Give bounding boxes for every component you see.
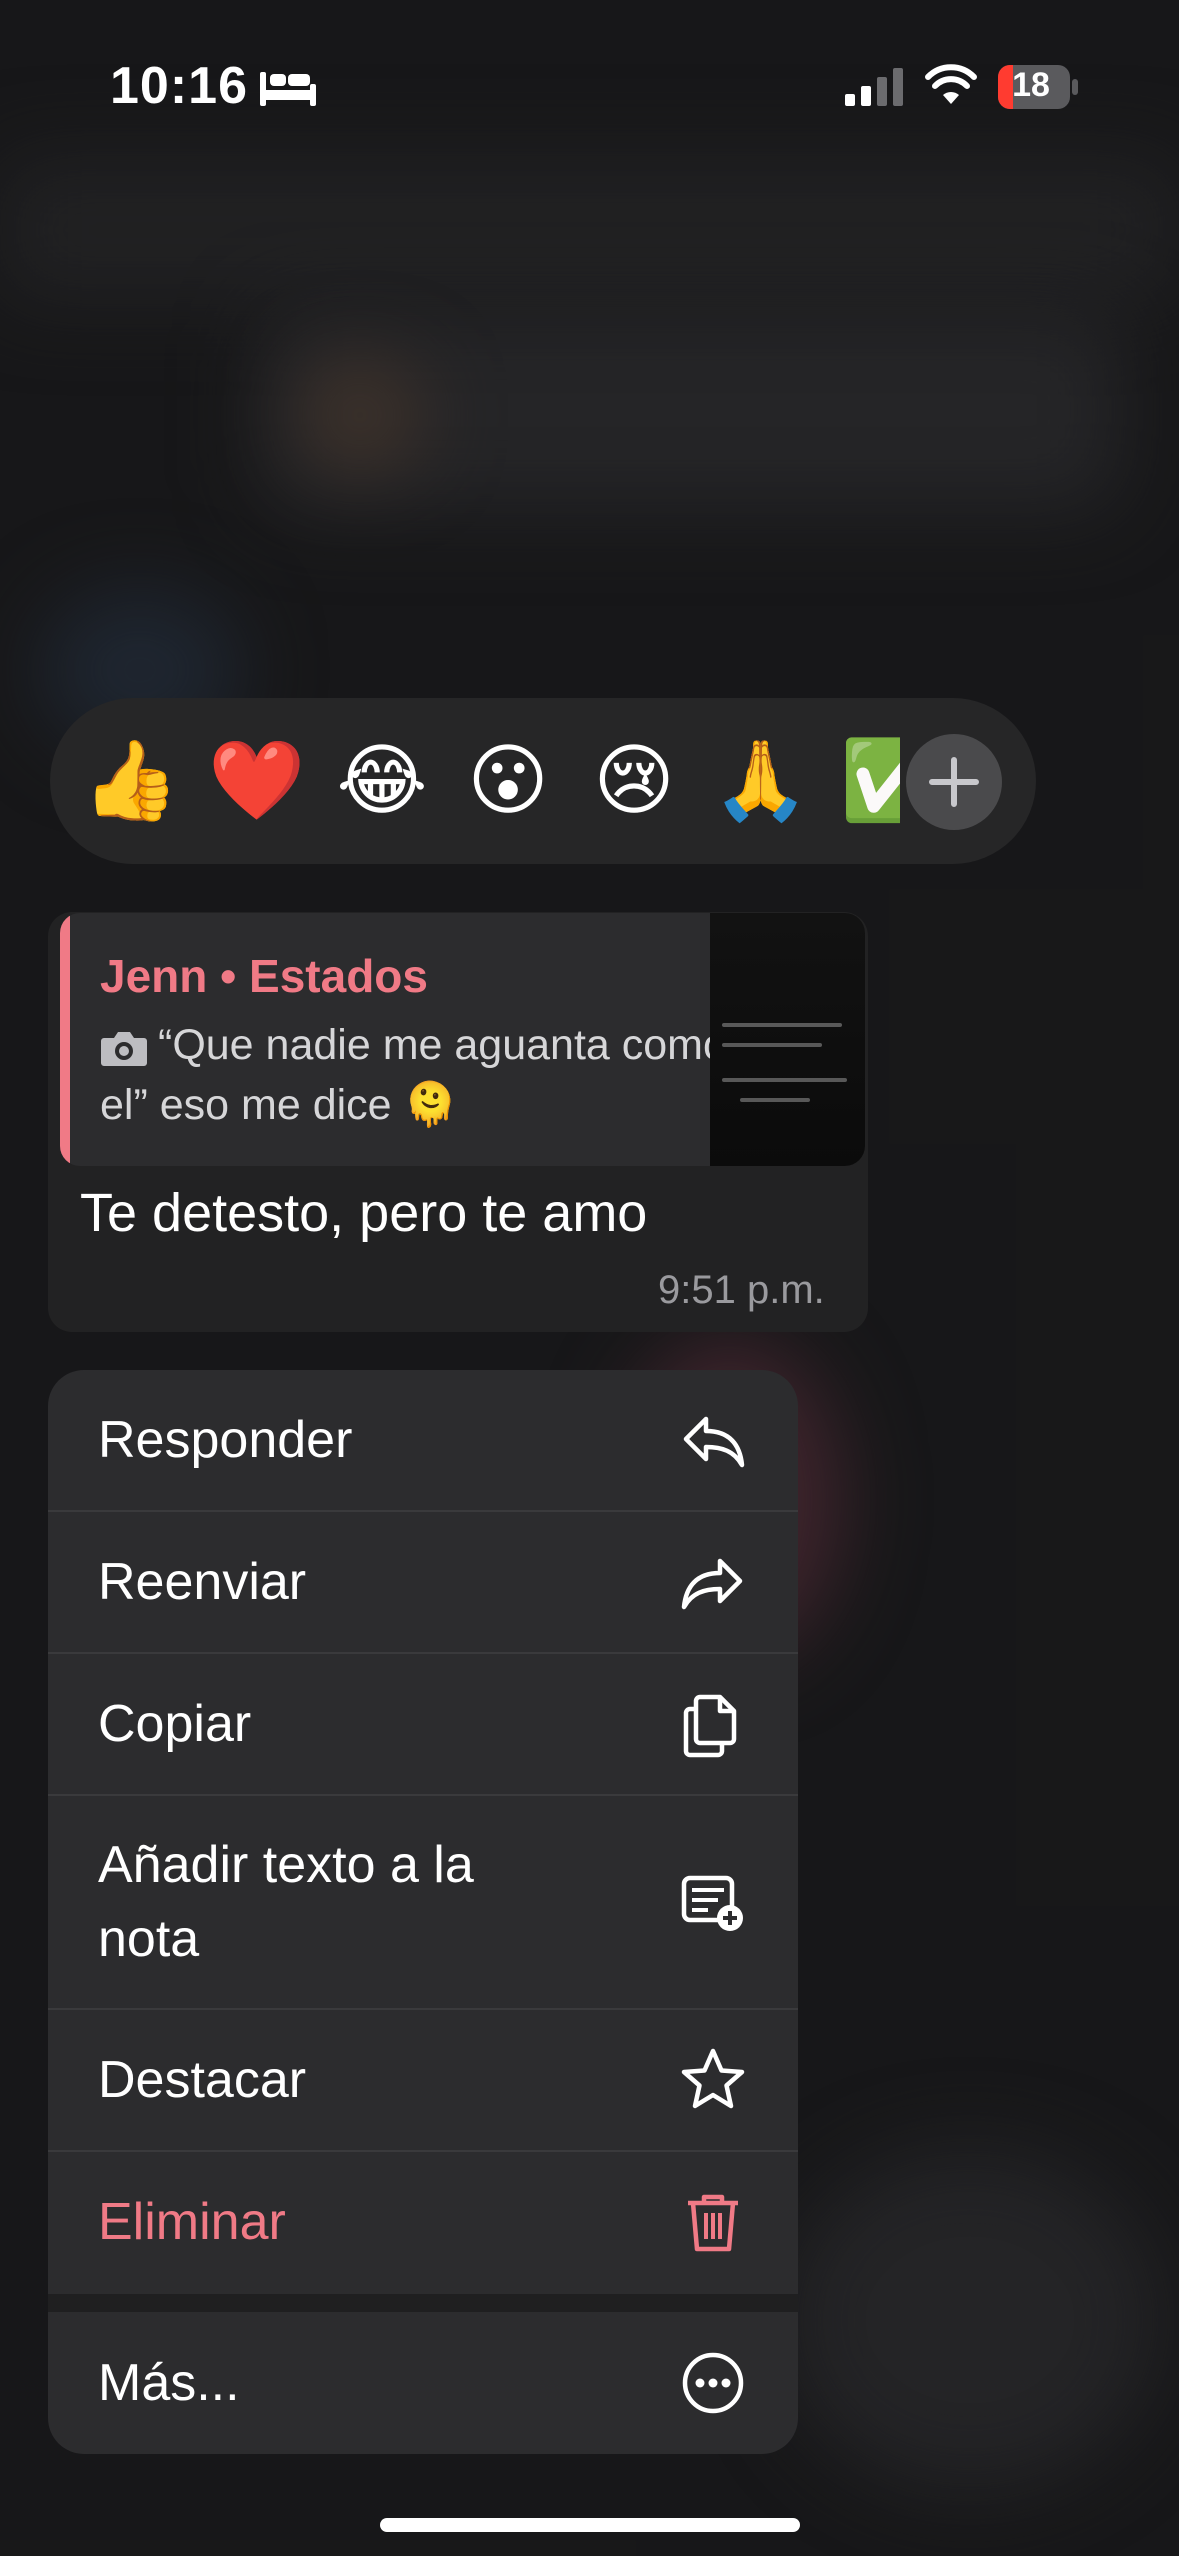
status-thumbnail [710,913,865,1166]
reaction-heart[interactable]: ❤️ [208,736,305,826]
bed-icon [260,72,316,106]
menu-item-label: Eliminar [98,2193,286,2251]
menu-item-label: Reenviar [98,1553,307,1611]
more-icon [682,2352,744,2414]
reaction-bar: 👍 ❤️ 😂 😮 😢 🙏 ✅ [50,698,1036,864]
quote-text-wrapper: “Que nadie me aguanta como el” eso me di… [100,1015,740,1135]
menu-item-copy[interactable]: Copiar [48,1654,798,1796]
reaction-crying[interactable]: 😢 [586,736,682,826]
reply-icon [683,1416,745,1468]
reaction-check[interactable]: ✅ [840,736,900,826]
star-icon [681,2048,745,2109]
signal-icon [845,68,903,106]
wifi-icon [925,64,977,104]
battery-level: 18 [1012,66,1050,104]
status-bar: 10:16 18 [0,0,1179,170]
quoted-status[interactable]: Jenn • Estados “Que nadie me aguanta com… [60,913,865,1166]
menu-item-more[interactable]: Más... [48,2312,798,2454]
quote-accent-bar [60,913,70,1166]
note-add-icon [681,1875,743,1931]
menu-item-reply[interactable]: Responder [48,1370,798,1512]
more-reactions-button[interactable] [906,734,1002,830]
reaction-surprised[interactable]: 😮 [460,736,556,826]
menu-item-delete[interactable]: Eliminar [48,2152,798,2292]
menu-item-add-to-note[interactable]: Añadir texto a la nota [48,1796,798,2010]
reaction-laughing[interactable]: 😂 [334,736,430,826]
forward-icon [681,1558,743,1610]
context-menu: Responder Reenviar Copiar Añadir texto a… [48,1370,798,2454]
menu-item-label: Responder [98,1411,353,1469]
reaction-pray[interactable]: 🙏 [712,736,809,826]
message-time: 9:51 p.m. [658,1268,825,1312]
menu-item-star[interactable]: Destacar [48,2010,798,2152]
plus-icon [929,757,979,807]
status-time: 10:16 [110,57,248,115]
menu-item-label: Destacar [98,2051,307,2109]
message-text: Te detesto, pero te amo [80,1183,648,1243]
camera-icon [101,1031,147,1066]
menu-item-label: Copiar [98,1695,252,1753]
reaction-thumbs-up[interactable]: 👍 [82,736,179,826]
menu-item-forward[interactable]: Reenviar [48,1512,798,1654]
trash-icon [688,2194,738,2252]
quote-author: Jenn • Estados [100,950,428,1002]
home-indicator[interactable] [380,2518,800,2532]
copy-icon [683,1694,737,1758]
quote-text: “Que nadie me aguanta como el” eso me di… [100,1021,727,1129]
menu-item-label: Más... [98,2354,240,2412]
menu-item-label: Añadir texto a la nota [98,1836,474,1968]
menu-separator [48,2294,798,2312]
